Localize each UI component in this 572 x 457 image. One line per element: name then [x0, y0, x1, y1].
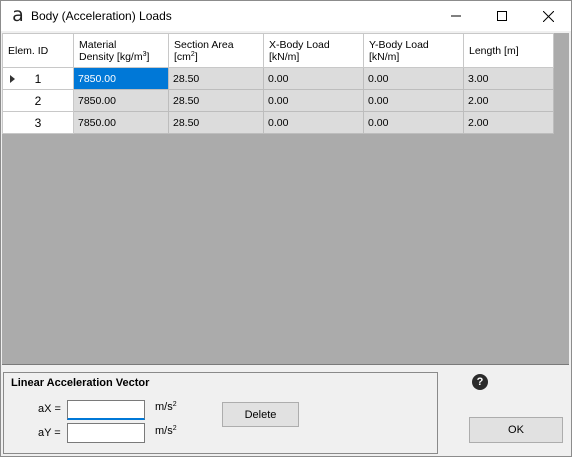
ax-input[interactable] — [67, 400, 145, 420]
loads-grid[interactable]: Elem. ID Material Density [kg/m3] Section… — [2, 33, 569, 365]
cell-y-body-load[interactable]: 0.00 — [363, 111, 464, 134]
cell-section-area[interactable]: 28.50 — [168, 89, 264, 112]
cell-density[interactable]: 7850.00 — [73, 67, 169, 90]
cell-x-body-load[interactable]: 0.00 — [263, 67, 364, 90]
ax-label: aX = — [38, 403, 61, 415]
cell-y-body-load[interactable]: 0.00 — [363, 89, 464, 112]
title-bar: a Body (Acceleration) Loads — [1, 1, 571, 31]
col-header-length[interactable]: Length [m] — [463, 33, 554, 68]
cell-y-body-load[interactable]: 0.00 — [363, 67, 464, 90]
header-row: Elem. ID Material Density [kg/m3] Section… — [2, 33, 554, 68]
row-header[interactable]: 3 — [2, 111, 74, 134]
table-row[interactable]: 1 7850.00 28.50 0.00 0.00 3.00 — [2, 67, 554, 90]
col-header-section-area[interactable]: Section Area [cm2] — [168, 33, 264, 68]
cell-density[interactable]: 7850.00 — [73, 89, 169, 112]
group-title: Linear Acceleration Vector — [11, 377, 150, 389]
cell-section-area[interactable]: 28.50 — [168, 111, 264, 134]
row-header[interactable]: 1 — [2, 67, 74, 90]
dialog-window: a Body (Acceleration) Loads Elem. ID Mat… — [0, 0, 572, 457]
cell-x-body-load[interactable]: 0.00 — [263, 111, 364, 134]
cell-section-area[interactable]: 28.50 — [168, 67, 264, 90]
maximize-button[interactable] — [479, 1, 525, 31]
row-header[interactable]: 2 — [2, 89, 74, 112]
col-header-density[interactable]: Material Density [kg/m3] — [73, 33, 169, 68]
maximize-icon — [497, 11, 507, 21]
window-title: Body (Acceleration) Loads — [31, 9, 172, 23]
close-icon — [542, 10, 554, 22]
col-header-y-body-load[interactable]: Y-Body Load [kN/m] — [363, 33, 464, 68]
app-logo-icon: a — [12, 4, 24, 26]
ay-input[interactable] — [67, 423, 145, 443]
table-row[interactable]: 2 7850.00 28.50 0.00 0.00 2.00 — [2, 89, 554, 112]
ay-label: aY = — [38, 427, 61, 439]
minimize-icon — [451, 15, 461, 17]
ay-unit: m/s2 — [155, 425, 177, 437]
close-button[interactable] — [525, 1, 571, 31]
linear-acceleration-group: Linear Acceleration Vector aX = m/s2 aY … — [3, 372, 438, 454]
col-header-x-body-load[interactable]: X-Body Load [kN/m] — [263, 33, 364, 68]
delete-button[interactable]: Delete — [222, 402, 299, 427]
ax-unit: m/s2 — [155, 401, 177, 413]
loads-table: Elem. ID Material Density [kg/m3] Section… — [2, 33, 554, 134]
cell-length[interactable]: 2.00 — [463, 89, 554, 112]
cell-x-body-load[interactable]: 0.00 — [263, 89, 364, 112]
cell-density[interactable]: 7850.00 — [73, 111, 169, 134]
cell-length[interactable]: 3.00 — [463, 67, 554, 90]
current-row-arrow-icon — [10, 75, 15, 83]
cell-length[interactable]: 2.00 — [463, 111, 554, 134]
help-icon[interactable]: ? — [472, 374, 488, 390]
minimize-button[interactable] — [433, 1, 479, 31]
ok-button[interactable]: OK — [469, 417, 563, 443]
table-row[interactable]: 3 7850.00 28.50 0.00 0.00 2.00 — [2, 111, 554, 134]
col-header-elem-id[interactable]: Elem. ID — [2, 33, 74, 68]
